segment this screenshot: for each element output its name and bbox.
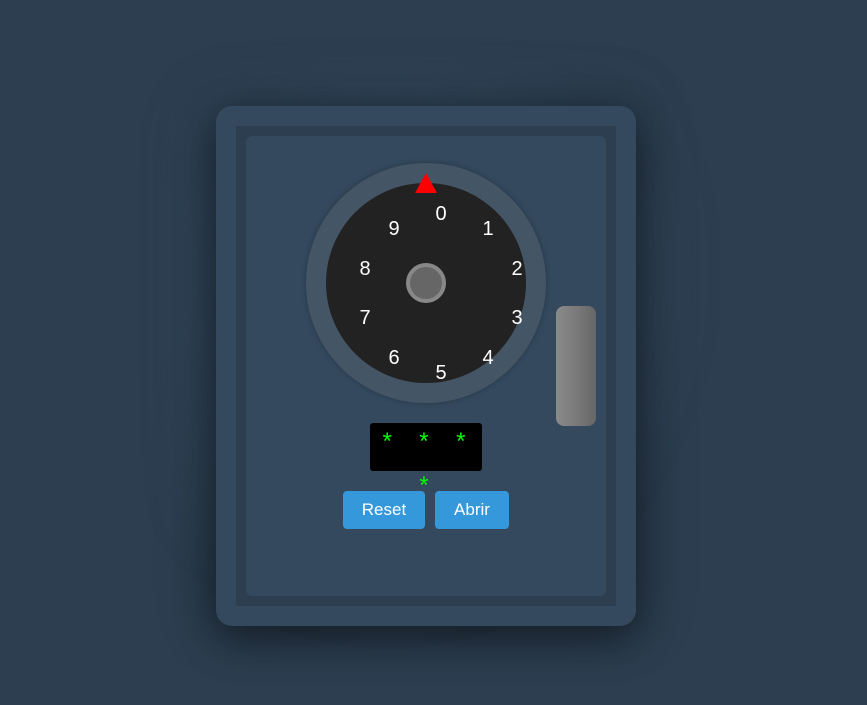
dial-number-1: 1	[482, 218, 494, 240]
dial-number-3: 3	[511, 307, 523, 329]
reset-button[interactable]: Reset	[343, 491, 425, 529]
dial-knob-icon[interactable]	[406, 263, 446, 303]
dial-number-9: 9	[388, 218, 400, 240]
dial-number-2: 2	[511, 258, 523, 280]
code-display: * * * *	[370, 423, 482, 502]
open-button[interactable]: Abrir	[435, 491, 509, 529]
dial-number-5: 5	[435, 362, 447, 384]
dial-number-8: 8	[359, 258, 371, 280]
dial-number-0: 0	[435, 203, 447, 225]
dial-number-6: 6	[388, 347, 400, 369]
safe-handle[interactable]	[556, 306, 596, 426]
triangle-pointer-icon	[415, 173, 437, 193]
dial-number-7: 7	[359, 307, 371, 329]
dial-number-4: 4	[482, 347, 494, 369]
